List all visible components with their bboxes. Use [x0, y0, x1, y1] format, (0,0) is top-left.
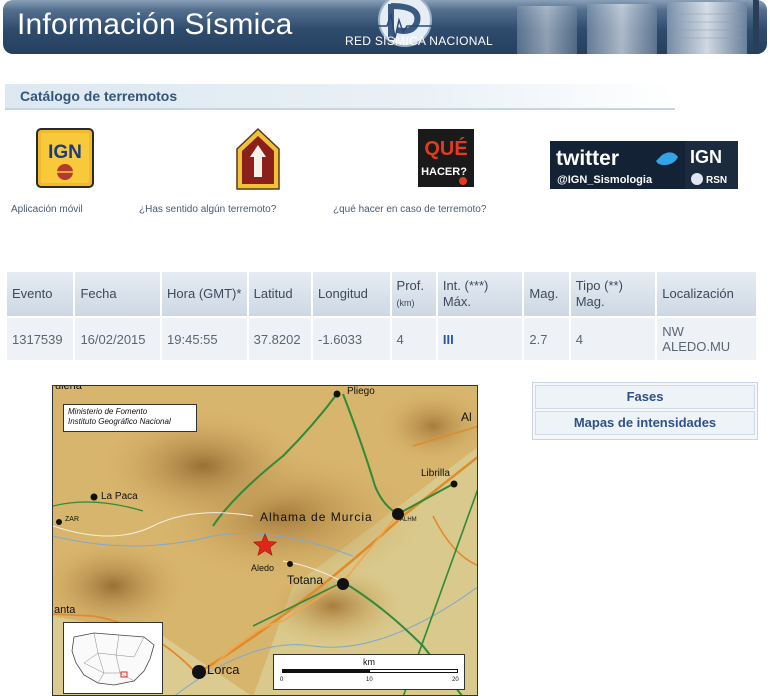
map-credit-box: Ministerio de Fomento Instituto Geográfi…	[63, 404, 197, 432]
hacer-text: HACER?	[421, 166, 467, 178]
map-label-al: Al	[461, 410, 472, 424]
col-hora: Hora (GMT)*	[162, 272, 247, 316]
que-hacer-icon[interactable]: QUÉ HACER?	[418, 129, 474, 187]
twitter-handle: @IGN_Sismologia	[557, 174, 653, 186]
que-text: QUÉ	[424, 137, 467, 160]
map-credit-2: Instituto Geográfico Nacional	[68, 417, 171, 426]
section-header: Catálogo de terremotos	[5, 84, 675, 110]
seismograph-drums-icon	[517, 0, 759, 54]
town-pliego-marker	[333, 390, 341, 398]
map-label-lorca: Lorca	[207, 662, 240, 677]
cell-longitud: -1.6033	[313, 318, 390, 360]
map-label-alhm: ALHM	[400, 517, 417, 523]
col-longitud: Longitud	[313, 272, 390, 316]
town-librilla-marker	[450, 480, 458, 488]
col-prof-unit: (km)	[396, 297, 415, 308]
col-localizacion: Localización	[657, 272, 756, 316]
col-tipo: Tipo (**) Mag.	[570, 272, 656, 316]
map-label-lapaca: La Paca	[101, 491, 138, 502]
section-title: Catálogo de terremotos	[20, 88, 178, 104]
scale-ruler	[282, 669, 458, 673]
map-label-zarcilla: ZAR	[65, 516, 79, 523]
cell-mag: 2.7	[524, 318, 569, 360]
cell-intensity-link[interactable]: III	[437, 318, 523, 360]
cell-hora: 19:45:55	[162, 318, 247, 360]
cell-localizacion: NW ALEDO.MU	[657, 318, 756, 360]
scale-tick-20: 20	[452, 677, 459, 683]
map-label-aledo: Aledo	[251, 563, 275, 573]
col-prof-label: Prof.	[396, 277, 425, 293]
twitter-word: twitter	[556, 147, 619, 170]
cell-prof: 4	[391, 318, 436, 360]
col-prof: Prof. (km)	[391, 272, 436, 316]
town-aledo-marker	[287, 561, 293, 567]
side-links-panel: Fases Mapas de intensidades	[532, 382, 758, 440]
what-to-do-link[interactable]: ¿qué hacer en caso de terremoto?	[333, 204, 486, 215]
spain-inset-map	[63, 622, 163, 694]
map-label-totana: Totana	[287, 573, 324, 587]
scale-tick-0: 0	[280, 677, 284, 683]
map-label-librilla: Librilla	[421, 468, 450, 479]
map-label-anta: anta	[54, 604, 76, 616]
table-header-row: Evento Fecha Hora (GMT)* Latitud Longitu…	[7, 272, 756, 316]
felt-earthquake-link[interactable]: ¿Has sentido algún terremoto?	[139, 204, 276, 215]
site-title: Información Sísmica	[17, 8, 293, 41]
cell-evento: 1317539	[7, 318, 74, 360]
intensity-maps-button[interactable]: Mapas de intensidades	[535, 411, 755, 435]
cell-tipo: 4	[570, 318, 656, 360]
map-label-top-left: ulena	[55, 385, 82, 392]
col-fecha: Fecha	[75, 272, 161, 316]
col-mag: Mag.	[524, 272, 569, 316]
epicenter-map[interactable]: ulena Ministerio de Fomento Instituto Ge…	[52, 385, 478, 696]
scale-tick-10: 10	[366, 677, 373, 683]
scale-unit: km	[363, 657, 375, 667]
col-evento: Evento	[7, 272, 74, 316]
cell-fecha: 16/02/2015	[75, 318, 161, 360]
town-lorca-marker	[192, 665, 206, 679]
header-banner: Información Sísmica RED SÍSMICA NACIONAL	[3, 0, 767, 54]
app-link[interactable]: Aplicación móvil	[11, 204, 83, 215]
col-latitud: Latitud	[248, 272, 312, 316]
ign-badge-text: IGN	[48, 142, 82, 163]
fases-button[interactable]: Fases	[535, 385, 755, 409]
earthquake-table: Evento Fecha Hora (GMT)* Latitud Longitu…	[5, 270, 758, 362]
map-label-pliego: Pliego	[347, 386, 375, 397]
ign-app-icon[interactable]: IGN	[36, 128, 94, 188]
map-credit-1: Ministerio de Fomento	[68, 407, 148, 416]
house-alert-icon[interactable]	[235, 127, 281, 191]
map-label-alhama: Alhama de Murcia	[260, 510, 373, 524]
twitter-ign-text: IGN	[690, 147, 722, 167]
logo-text: RED SÍSMICA NACIONAL	[345, 34, 494, 48]
cell-latitud: 37.8202	[248, 318, 312, 360]
twitter-ign-badge[interactable]: twitter IGN @IGN_Sismologia RSN	[550, 141, 738, 189]
town-totana-marker	[337, 578, 349, 590]
table-row: 1317539 16/02/2015 19:45:55 37.8202 -1.6…	[7, 318, 756, 360]
town-lapaca-marker	[90, 493, 98, 501]
col-int: Int. (***) Máx.	[437, 272, 523, 316]
rsn-text: RSN	[706, 175, 727, 186]
map-scale-bar: km 0 10 20	[273, 654, 465, 690]
